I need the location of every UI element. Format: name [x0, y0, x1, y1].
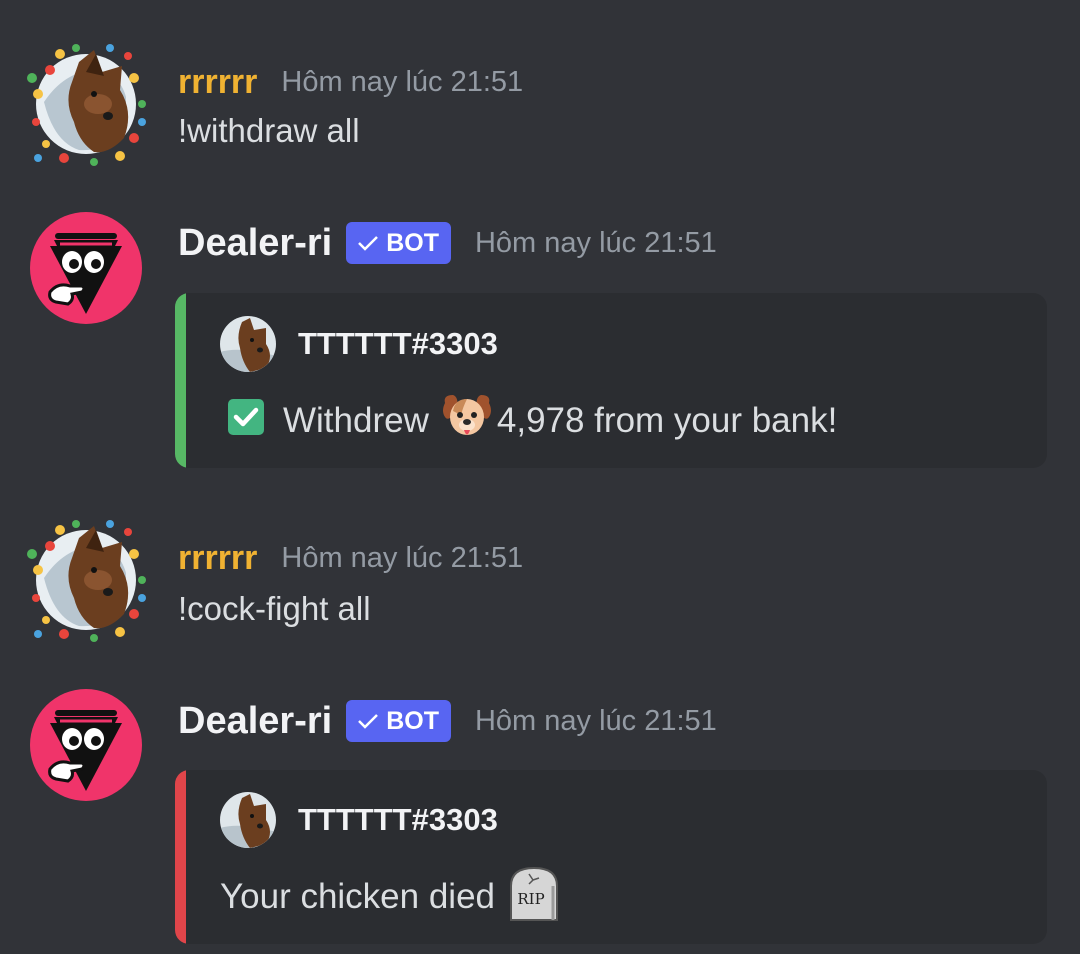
embed-author-icon	[220, 316, 276, 372]
check-mark-emoji-icon	[227, 398, 265, 445]
bot-avatar[interactable]	[24, 206, 148, 330]
bot-tag: BOT	[346, 700, 451, 742]
embed-author-name[interactable]: TTTTTT#3303	[298, 802, 498, 838]
user-avatar[interactable]	[24, 42, 148, 166]
embed-description: Your chicken died RIP	[220, 866, 563, 928]
verified-check-icon	[358, 714, 379, 729]
embed-accent-bar-success	[175, 293, 186, 468]
message-content: !cock-fight all	[178, 590, 371, 627]
embed-author: TTTTTT#3303	[220, 316, 498, 372]
embed-author: TTTTTT#3303	[220, 792, 498, 848]
dog-emoji-icon	[439, 389, 495, 454]
timestamp: Hôm nay lúc 21:51	[474, 704, 717, 737]
bot-username[interactable]: Dealer-ri	[178, 700, 332, 743]
verified-check-icon	[358, 236, 379, 251]
tombstone-emoji-icon: RIP	[505, 864, 563, 931]
username[interactable]: rrrrrr	[178, 63, 257, 102]
embed-text-after: 4,978 from your bank!	[496, 401, 838, 440]
embed-author-icon	[220, 792, 276, 848]
user-avatar[interactable]	[24, 518, 148, 642]
bot-tag-label: BOT	[386, 706, 439, 735]
timestamp: Hôm nay lúc 21:51	[281, 65, 524, 98]
embed-card: TTTTTT#3303 Withdrew 4,978 from your ban…	[175, 293, 1047, 468]
embed-accent-bar-fail	[175, 770, 186, 944]
message-content: !withdraw all	[178, 112, 360, 149]
bot-username[interactable]: Dealer-ri	[178, 222, 332, 265]
embed-description: Withdrew 4,978 from your bank!	[227, 393, 837, 449]
embed-text: Your chicken died	[220, 877, 496, 916]
bot-tag-label: BOT	[386, 228, 439, 257]
chat-log: rrrrrr Hôm nay lúc 21:51 !withdraw all D…	[0, 0, 1080, 954]
timestamp: Hôm nay lúc 21:51	[281, 541, 524, 574]
embed-author-name[interactable]: TTTTTT#3303	[298, 326, 498, 362]
bot-tag: BOT	[346, 222, 451, 264]
tombstone-label: RIP	[517, 890, 544, 908]
username[interactable]: rrrrrr	[178, 539, 257, 578]
embed-text-before: Withdrew	[283, 401, 429, 440]
timestamp: Hôm nay lúc 21:51	[474, 226, 717, 259]
embed-card: TTTTTT#3303 Your chicken died RIP	[175, 770, 1047, 944]
bot-avatar[interactable]	[24, 683, 148, 807]
